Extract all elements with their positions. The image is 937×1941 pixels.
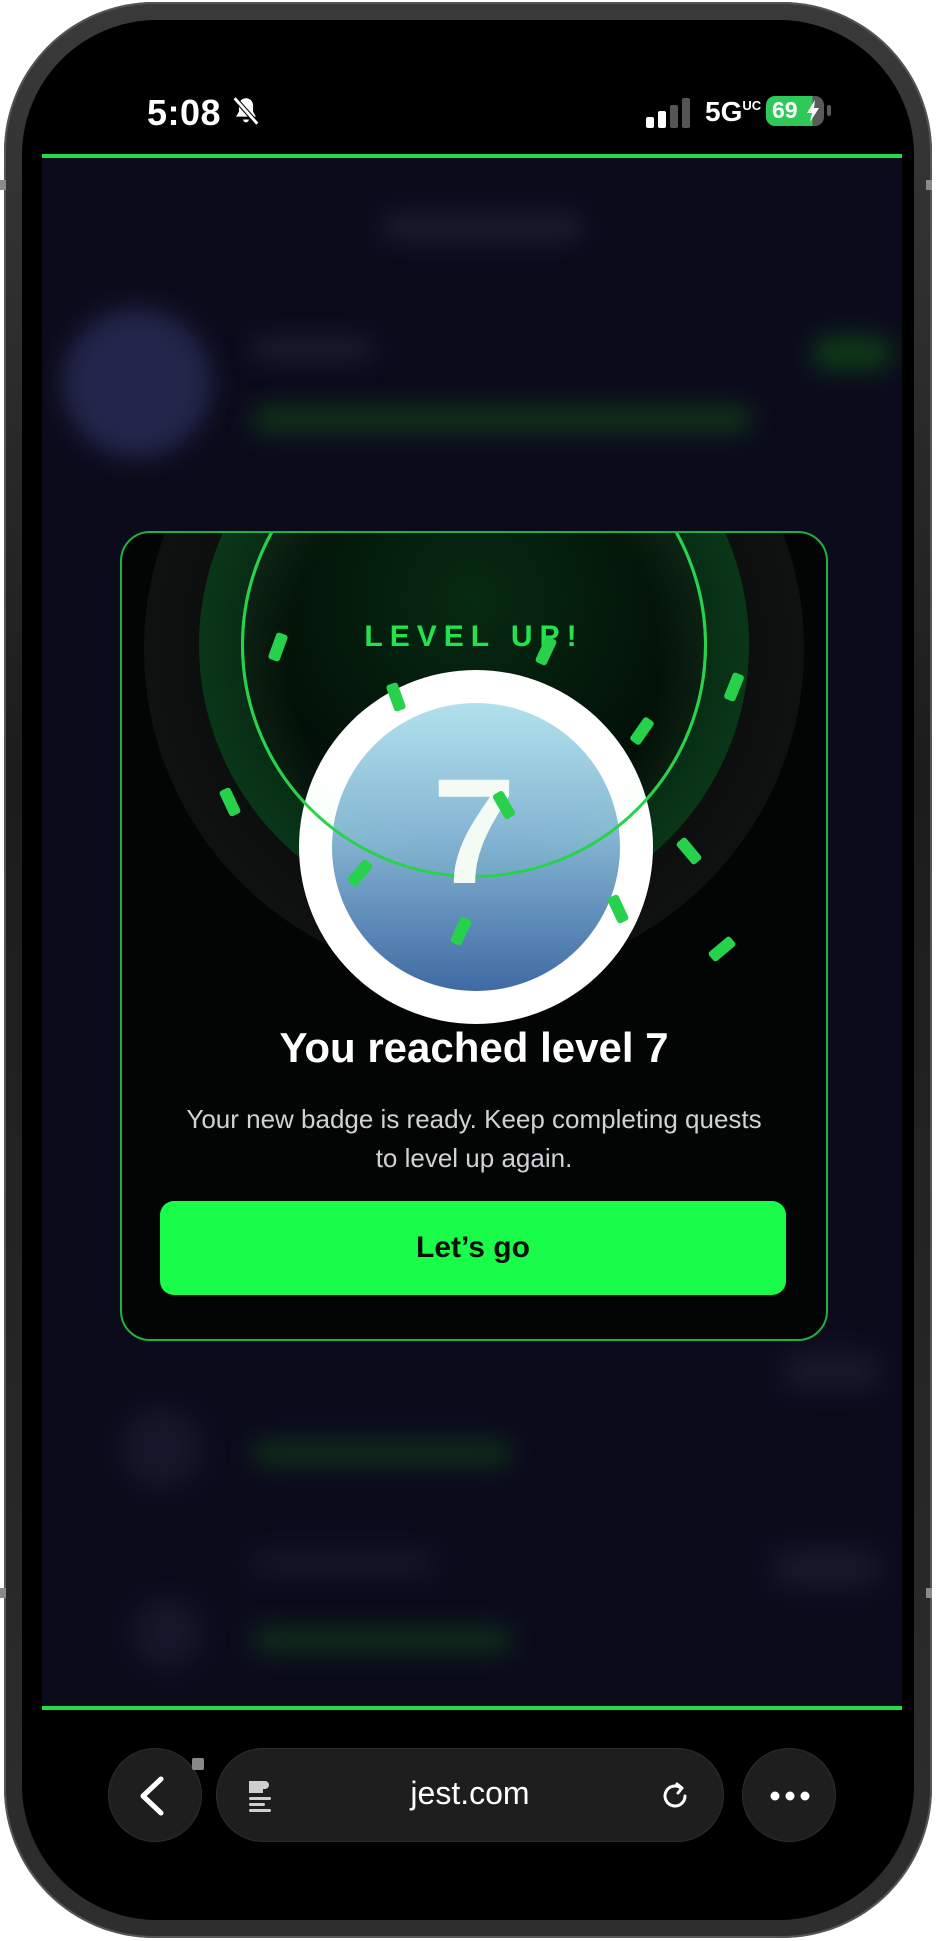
battery-level: 69 — [772, 97, 798, 123]
address-bar[interactable]: jest.com — [216, 1748, 724, 1842]
blurred-row-bar — [252, 1628, 512, 1652]
blurred-row-title — [252, 1551, 432, 1575]
bottom-divider — [42, 1706, 902, 1710]
lets-go-button[interactable]: Let’s go — [160, 1201, 786, 1295]
phone-frame: 5:08 5GUC 69 LEVEL UP! 7 You reached lev… — [0, 2, 932, 1938]
blurred-row — [122, 1408, 202, 1488]
blurred-row-bar — [252, 1441, 512, 1465]
battery-tip — [827, 105, 831, 116]
chevron-left-icon — [140, 1776, 164, 1816]
tab-indicator — [192, 1758, 204, 1770]
network-label: 5GUC — [705, 96, 762, 127]
battery-icon: 69 — [766, 96, 824, 126]
reload-icon[interactable] — [655, 1776, 695, 1816]
level-up-modal: LEVEL UP! 7 You reached level 7 Your new… — [120, 531, 828, 1341]
blurred-progress — [252, 406, 752, 432]
blurred-pill — [812, 336, 892, 370]
charging-bolt-icon — [807, 100, 819, 122]
side-button — [926, 180, 932, 190]
silent-bell-icon — [232, 96, 260, 126]
blurred-header — [382, 214, 582, 240]
level-number: 7 — [432, 747, 516, 915]
status-time: 5:08 — [147, 92, 222, 133]
blurred-avatar — [62, 308, 212, 458]
signal-icon — [646, 98, 690, 128]
blurred-name — [252, 338, 372, 360]
side-button — [926, 1588, 932, 1598]
back-button[interactable] — [108, 1748, 202, 1842]
blurred-row — [132, 1598, 202, 1668]
status-bar: 5:08 5GUC 69 — [22, 80, 914, 140]
more-dots-icon — [770, 1791, 810, 1801]
side-button — [0, 180, 6, 190]
modal-subtitle: Your new badge is ready. Keep completing… — [186, 1104, 762, 1173]
screen: 5:08 5GUC 69 LEVEL UP! 7 You reached lev… — [22, 20, 914, 1920]
blurred-row-pill — [772, 1548, 882, 1588]
confetti-piece — [707, 935, 737, 963]
side-button — [0, 1588, 6, 1598]
level-up-heading: LEVEL UP! — [364, 620, 584, 653]
more-button[interactable] — [742, 1748, 836, 1842]
url-text: jest.com — [410, 1775, 530, 1811]
blurred-row-pill — [782, 1351, 882, 1391]
modal-title: You reached level 7 — [279, 1024, 669, 1071]
